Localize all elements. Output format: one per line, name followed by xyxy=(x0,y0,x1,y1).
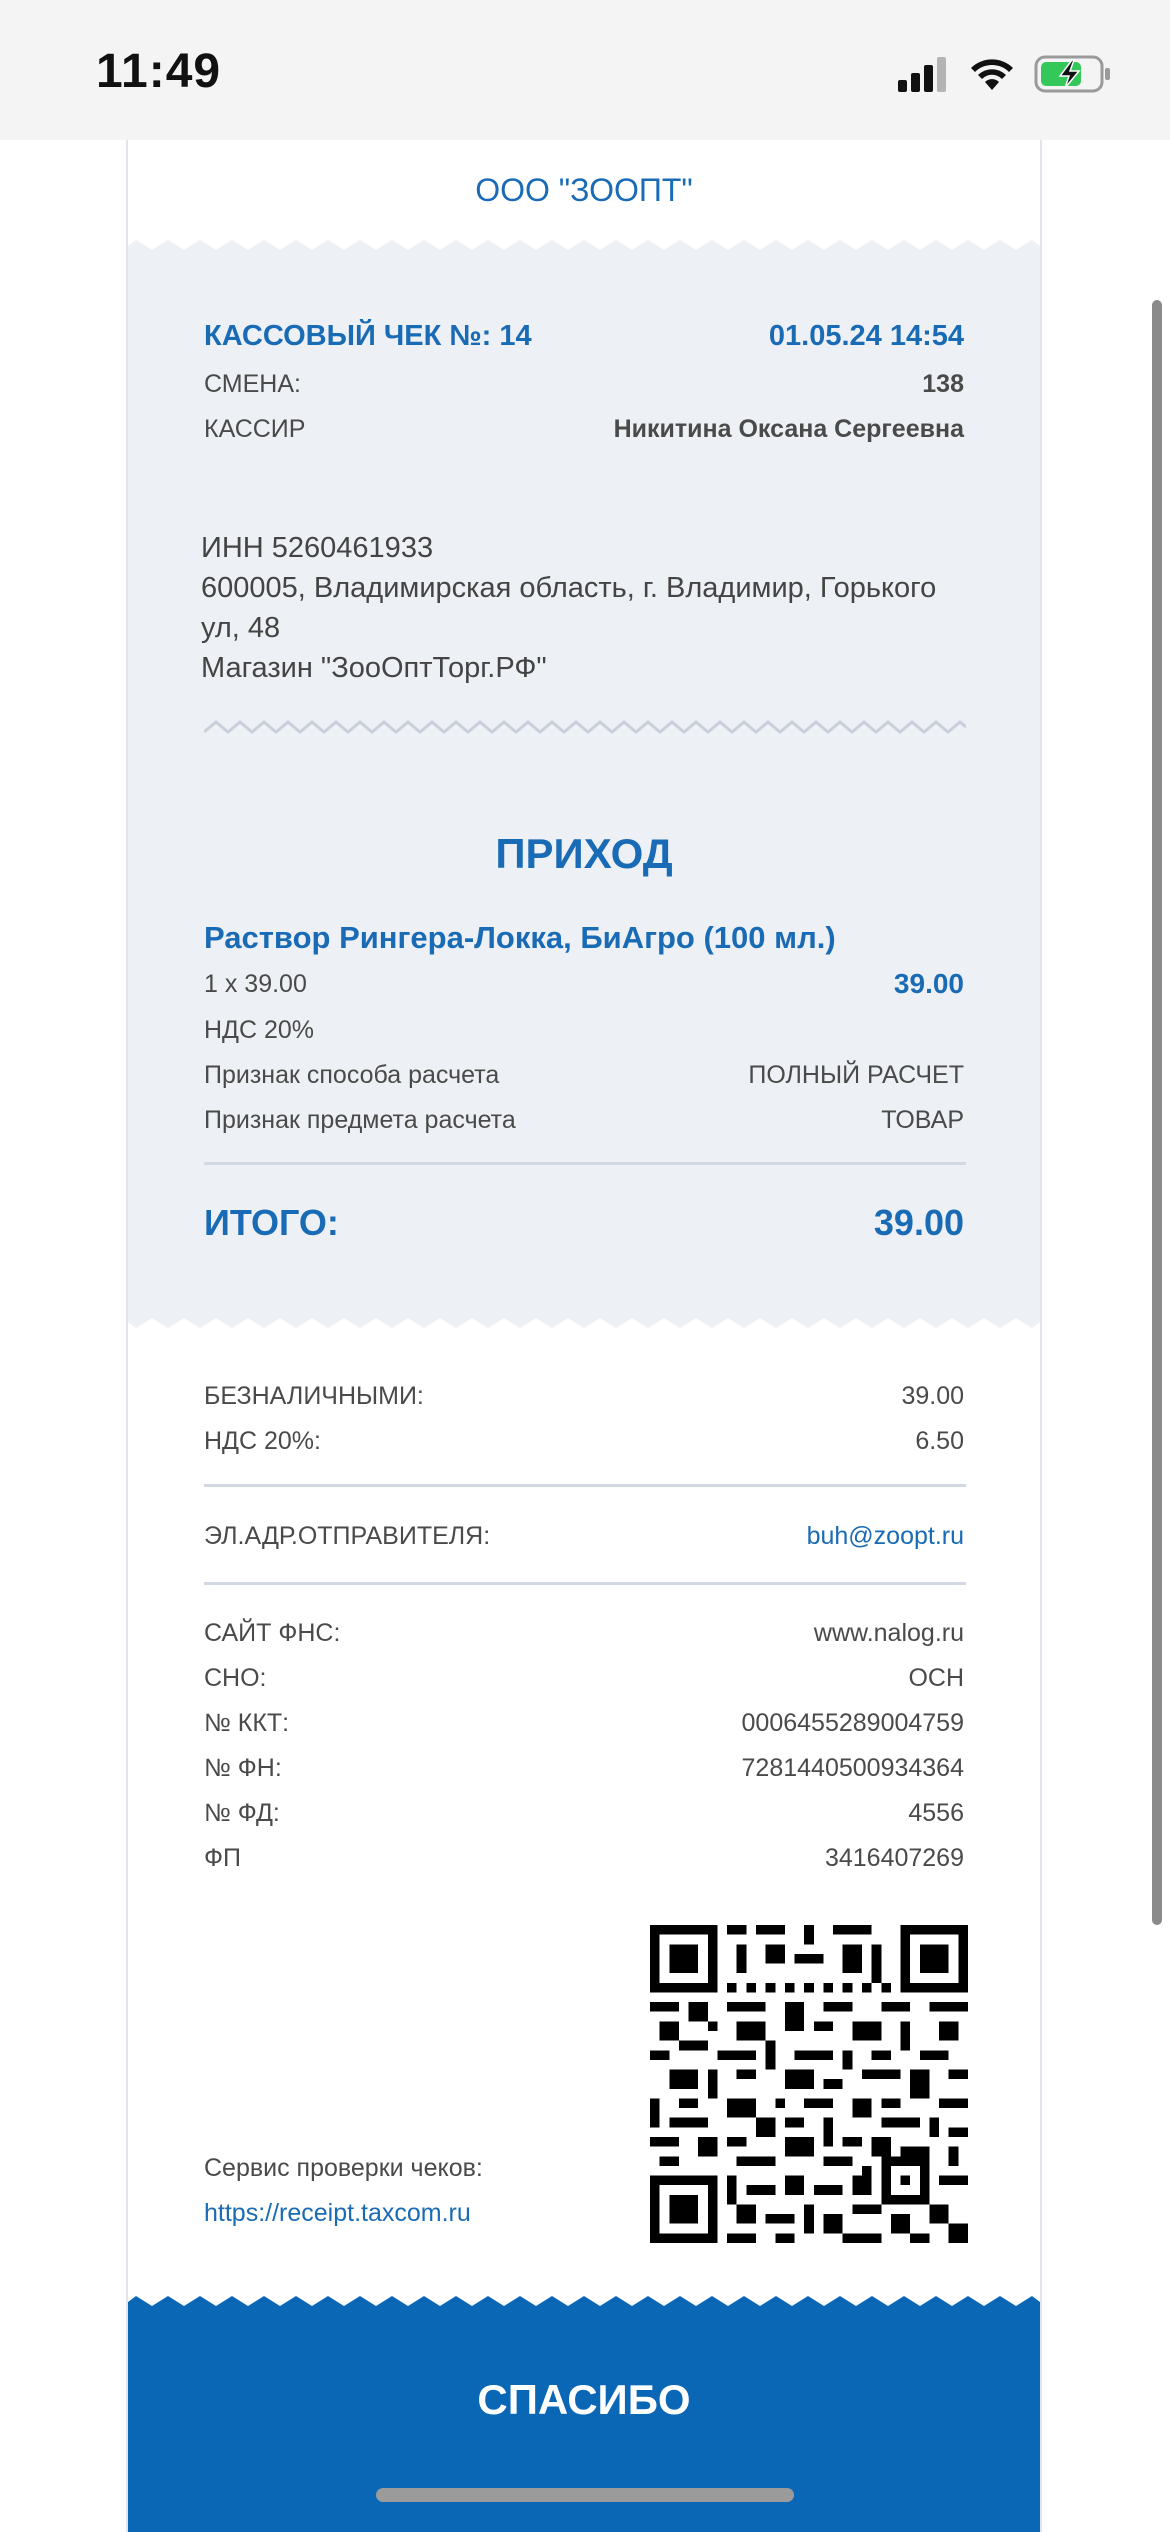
wavy-divider xyxy=(204,720,966,734)
vat-total-value: 6.50 xyxy=(915,1427,964,1455)
fns-site-label: САЙТ ФНС: xyxy=(204,1619,341,1647)
check-datetime: 01.05.24 14:54 xyxy=(768,320,964,352)
wifi-icon xyxy=(971,59,1013,90)
fn-value: 7281440500934364 xyxy=(741,1754,964,1782)
vat-total-label: НДС 20%: xyxy=(204,1427,321,1455)
sno-value: ОСН xyxy=(908,1664,964,1692)
system-icons xyxy=(898,50,1114,98)
address-line-1: 600005, Владимирская область, г. Владими… xyxy=(201,572,937,604)
shift-label: СМЕНА: xyxy=(204,370,301,398)
fp-label: ФП xyxy=(204,1844,241,1872)
fd-value: 4556 xyxy=(908,1799,964,1827)
status-time: 11:49 xyxy=(96,45,222,98)
qr-code-icon[interactable] xyxy=(650,1925,968,2243)
address-line-2: ул, 48 xyxy=(201,612,281,644)
total-value: 39.00 xyxy=(873,1202,964,1243)
sno-label: СНО: xyxy=(204,1664,267,1692)
fns-site-value: www.nalog.ru xyxy=(813,1619,964,1647)
shift-value: 138 xyxy=(922,370,964,398)
total-divider xyxy=(204,1162,966,1165)
total-label: ИТОГО: xyxy=(204,1202,339,1243)
kkt-value: 0006455289004759 xyxy=(741,1709,964,1737)
item-qty-price: 1 х 39.00 xyxy=(204,970,307,998)
home-indicator[interactable] xyxy=(376,2488,794,2502)
inn: ИНН 5260461933 xyxy=(201,532,434,564)
cashless-value: 39.00 xyxy=(901,1382,964,1410)
org-name: ООО "ЗООПТ" xyxy=(475,172,693,208)
item-name: Раствор Рингера-Локка, БиАгро (100 мл.) xyxy=(204,920,836,955)
receipt: ООО "ЗООПТ" КАССОВЫЙ ЧЕК №: 14 01.05.24 … xyxy=(126,140,1042,2532)
zigzag-bottom-1 xyxy=(128,1314,1040,1328)
payment-method-value: ПОЛНЫЙ РАСЧЕТ xyxy=(748,1061,964,1089)
status-bar: 11:49 xyxy=(0,0,1170,140)
cashier-value: Никитина Оксана Сергеевна xyxy=(613,415,964,443)
thanks-text: СПАСИБО xyxy=(477,2376,691,2423)
zigzag-top-1 xyxy=(128,240,1040,254)
subject-label: Признак предмета расчета xyxy=(204,1106,516,1134)
fd-label: № ФД: xyxy=(204,1799,280,1827)
zigzag-top-band xyxy=(128,2296,1040,2310)
cashless-label: БЕЗНАЛИЧНЫМИ: xyxy=(204,1382,424,1410)
cashier-label: КАССИР xyxy=(204,415,306,443)
scrollbar[interactable] xyxy=(1152,300,1162,1925)
check-title: КАССОВЫЙ ЧЕК №: 14 xyxy=(204,320,532,352)
check-service-label: Сервис проверки чеков: xyxy=(204,2154,483,2182)
cellular-signal-icon xyxy=(898,57,946,92)
fp-value: 3416407269 xyxy=(824,1844,964,1872)
sender-divider-bottom xyxy=(204,1582,966,1585)
subject-value: ТОВАР xyxy=(881,1106,964,1134)
payment-method-label: Признак способа расчета xyxy=(204,1061,500,1089)
item-vat: НДС 20% xyxy=(204,1016,315,1044)
sender-label: ЭЛ.АДР.ОТПРАВИТЕЛЯ: xyxy=(204,1522,491,1550)
battery-charging-icon xyxy=(1034,55,1110,93)
sender-divider-top xyxy=(204,1484,966,1487)
fn-label: № ФН: xyxy=(204,1754,282,1782)
item-sum: 39.00 xyxy=(893,968,964,999)
check-service-link[interactable]: https://receipt.taxcom.ru xyxy=(204,2199,471,2228)
sender-email-link[interactable]: buh@zoopt.ru xyxy=(807,1522,964,1551)
shop-name: Магазин "ЗооОптТорг.РФ" xyxy=(201,652,547,684)
kkt-label: № ККТ: xyxy=(204,1709,290,1737)
operation-type: ПРИХОД xyxy=(495,830,673,877)
receipt-body-gray xyxy=(128,254,1040,1314)
